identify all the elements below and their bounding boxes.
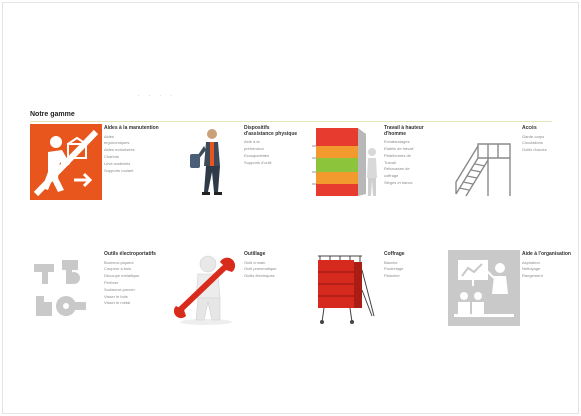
category-link[interactable]: préhension [244,146,300,153]
category-link[interactable]: Outils d'accès [522,147,578,154]
category-link[interactable]: Outil à main [244,260,300,267]
category-link[interactable]: Poutrelage [384,266,440,273]
category-link[interactable]: Garde-corps [522,134,578,141]
category-card-hauteur[interactable]: Travail à hauteur d'homme Echafaudages E… [310,124,440,220]
category-links: Aides ergonomiques Aides motorisées Char… [104,134,160,175]
category-link[interactable]: ergonomiques [104,140,160,147]
category-card-coffrage[interactable]: Coffrage Banche Poutrelage Plancher [310,250,440,346]
category-link[interactable]: Nettoyage [522,266,578,273]
category-link[interactable]: Réhausses de [384,166,440,173]
power-tools-icon[interactable] [30,250,102,326]
category-text: Aides à la manutention Aides ergonomique… [104,125,160,175]
category-title[interactable]: Accès [522,125,578,132]
loading-dots: . . . . [138,92,176,98]
category-title[interactable]: Dispositifs d'assistance physique [244,125,300,137]
category-link[interactable]: Burineur-piqueur [104,260,160,267]
category-link[interactable]: Surfaceur-poncer [104,287,160,294]
category-link[interactable]: Banche [384,260,440,267]
category-text: Travail à hauteur d'homme Echafaudages E… [384,125,440,187]
category-card-assistance[interactable]: Dispositifs d'assistance physique Aide à… [170,124,300,220]
category-text: Outils électroportatifs Burineur-piqueur… [104,251,160,308]
category-link[interactable]: Etablis de travail [384,146,440,153]
category-links: Garde-corps Circulations Outils d'accès [522,134,578,154]
category-text: Coffrage Banche Poutrelage Plancher [384,251,440,280]
category-title[interactable]: Travail à hauteur d'homme [384,125,440,137]
category-link[interactable]: Sièges et bancs [384,180,440,187]
category-link[interactable]: Visser le bois [104,294,160,301]
category-card-outillage[interactable]: Outillage Outil à main Outil pneumatique… [170,250,300,346]
section-divider [30,121,552,122]
category-link[interactable]: Exosquelettes [244,153,300,160]
category-link[interactable]: Aides motorisées [104,147,160,154]
category-links: Echafaudages Etablis de travail Platefor… [384,139,440,187]
category-link[interactable]: Chariots [104,154,160,161]
category-links: Aide à la préhension Exosquelettes Suppo… [244,139,300,166]
category-title[interactable]: Aide à l'organisation [522,251,578,258]
category-card-manutention[interactable]: Aides à la manutention Aides ergonomique… [30,124,160,220]
category-link[interactable]: Plancher [384,273,440,280]
formwork-panel-icon[interactable] [310,250,382,326]
porter-carrying-box-icon[interactable] [30,124,102,200]
category-text: Outillage Outil à main Outil pneumatique… [244,251,300,280]
category-card-electroportatifs[interactable]: Outils électroportatifs Burineur-piqueur… [30,250,160,346]
category-text: Accès Garde-corps Circulations Outils d'… [522,125,578,154]
category-link[interactable]: Aide à la [244,139,300,146]
section-title: Notre gamme [30,111,75,118]
category-link[interactable]: Rangement [522,273,578,280]
category-links: Aspiration Nettoyage Rangement [522,260,578,280]
category-card-acces[interactable]: Accès Garde-corps Circulations Outils d'… [448,124,578,220]
category-title[interactable]: Outillage [244,251,300,258]
category-link[interactable]: Outil pneumatique [244,266,300,273]
figure-with-wrench-icon[interactable] [170,250,242,326]
category-link[interactable]: Travail [384,160,440,167]
category-link[interactable]: Outils électriques [244,273,300,280]
category-link[interactable]: coffrage [384,173,440,180]
worker-exoskeleton-icon[interactable] [170,124,242,200]
category-link[interactable]: Echafaudages [384,139,440,146]
category-link[interactable]: Visser le métal [104,300,160,307]
category-card-organisation[interactable]: Aide à l'organisation Aspiration Nettoya… [448,250,578,346]
category-links: Banche Poutrelage Plancher [384,260,440,280]
training-presentation-icon[interactable] [448,250,520,326]
category-link[interactable]: Plateformes de [384,153,440,160]
access-stairs-platform-icon[interactable] [448,124,520,200]
category-link[interactable]: Supports d'outil [244,160,300,167]
category-link[interactable]: Circulations [522,140,578,147]
category-title[interactable]: Aides à la manutention [104,125,160,132]
category-links: Burineur-piqueur Coupeur à bois Découpe … [104,260,160,308]
category-title[interactable]: Outils électroportatifs [104,251,160,258]
category-link[interactable]: Lève-matériels [104,161,160,168]
category-text: Aide à l'organisation Aspiration Nettoya… [522,251,578,280]
category-text: Dispositifs d'assistance physique Aide à… [244,125,300,166]
category-link[interactable]: Coupeur à bois [104,266,160,273]
category-link[interactable]: Découpe métallique [104,273,160,280]
category-links: Outil à main Outil pneumatique Outils él… [244,260,300,280]
category-title[interactable]: Coffrage [384,251,440,258]
height-zones-wall-icon[interactable] [310,124,382,200]
category-link[interactable]: Perforer [104,280,160,287]
category-link[interactable]: Aspiration [522,260,578,267]
category-link[interactable]: Aides [104,134,160,141]
category-link[interactable]: Supports roulant [104,168,160,175]
